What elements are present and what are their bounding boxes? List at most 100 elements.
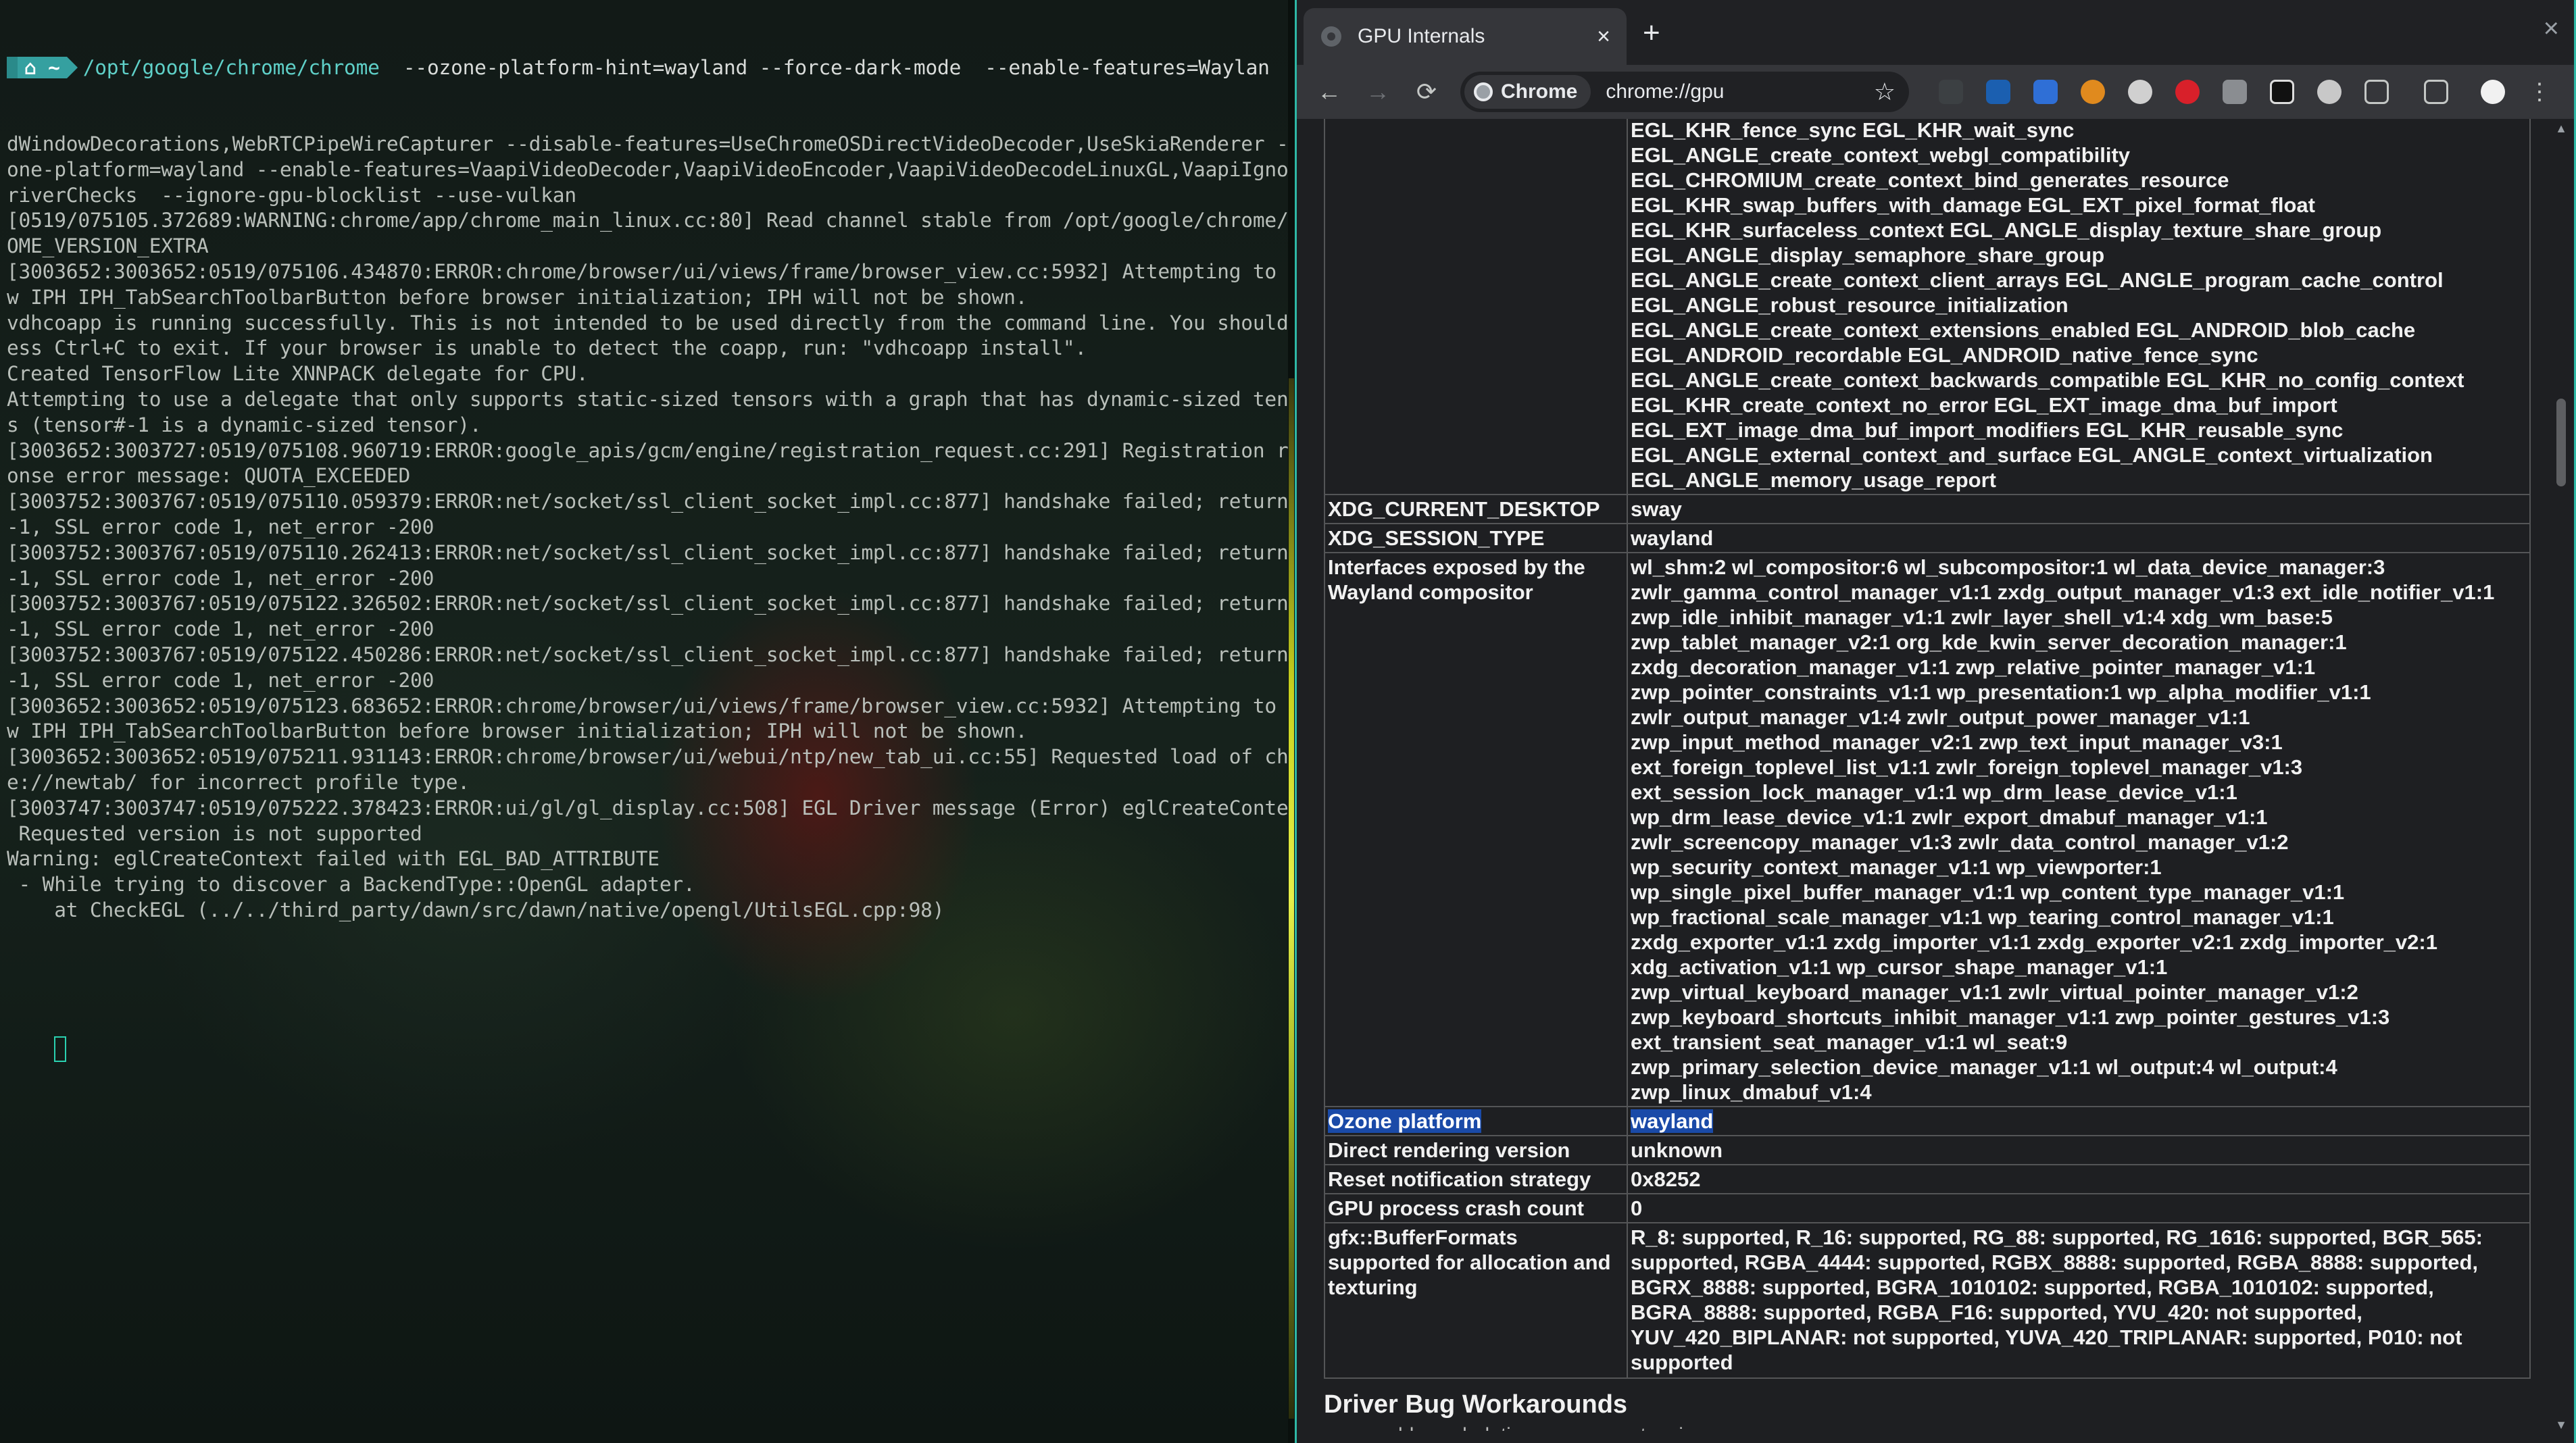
terminal-line: [3003652:3003652:0519/075123.683652:ERRO… [7,694,1288,717]
list-item: EGL_ANGLE_create_context_extensions_enab… [1631,318,2416,342]
list-item: EGL_EXT_image_dma_buf_import_modifiers E… [1631,418,2344,442]
extension-doc-icon[interactable] [2223,80,2247,104]
profile-avatar[interactable] [2481,80,2505,104]
list-item: wl_shm:2 wl_compositor:6 wl_subcomposito… [1631,555,2385,579]
list-item: EGL_KHR_create_context_no_error EGL_EXT_… [1631,393,2337,417]
row-key: Interfaces exposed by the Wayland compos… [1324,552,1628,1107]
url-text[interactable]: chrome://gpu [1606,80,1873,103]
table-row: GPU process crash count 0 [1324,1193,2531,1223]
row-key: Direct rendering version [1324,1135,1628,1165]
list-item: EGL_ANGLE_create_context_client_arrays E… [1631,268,2444,292]
list-item: zwlr_gamma_control_manager_v1:1 zxdg_out… [1631,580,2495,604]
terminal-line: e://newtab/ for incorrect profile type. [7,770,470,794]
list-item: EGL_ANDROID_recordable EGL_ANDROID_nativ… [1631,343,2258,367]
terminal-line: w IPH IPH_TabSearchToolbarButton before … [7,285,1028,309]
list-item: ext_session_lock_manager_v1:1 wp_drm_lea… [1631,780,2237,804]
row-value: sway [1627,494,2531,524]
list-item: zwp_virtual_keyboard_manager_v1:1 zwlr_v… [1631,980,2358,1004]
scroll-down-arrow-icon[interactable]: ▼ [2554,1418,2569,1432]
terminal-line: riverChecks --ignore-gpu-blocklist --use… [7,183,576,207]
chrome-menu-icon[interactable]: ⋮ [2528,80,2551,104]
row-value: unknown [1627,1135,2531,1165]
terminal-line: one-platform=wayland --enable-features=V… [7,157,1288,181]
terminal-line: -1, SSL error code 1, net_error -200 [7,668,435,692]
terminal-line: Created TensorFlow Lite XNNPACK delegate… [7,362,589,386]
list-item: zwp_idle_inhibit_manager_v1:1 zwlr_layer… [1631,605,2333,629]
list-item: EGL_ANGLE_robust_resource_initialization [1631,293,2069,317]
page-scrollbar[interactable]: ▲ ▼ [2554,122,2569,1432]
row-key: XDG_SESSION_TYPE [1324,523,1628,553]
table-row: XDG_CURRENT_DESKTOP sway [1324,494,2531,524]
list-item: zxdg_exporter_v1:1 zxdg_importer_v1:1 zx… [1631,930,2437,954]
list-item: zwp_linux_dmabuf_v1:4 [1631,1080,1872,1104]
list-item: wp_security_context_manager_v1:1 wp_view… [1631,855,2162,879]
command-args: --ozone-platform-hint=wayland --force-da… [379,55,1270,79]
terminal-line: OME_VERSION_EXTRA [7,234,209,258]
list-item: ext_foreign_toplevel_list_v1:1 zwlr_fore… [1631,755,2303,779]
table-row: Ozone platform wayland [1324,1106,2531,1136]
list-item: EGL_KHR_surfaceless_context EGL_ANGLE_di… [1631,218,2382,242]
terminal-window[interactable]: ⌂ ~ /opt/google/chrome/chrome --ozone-pl… [0,0,1288,1443]
list-item: zwp_tablet_manager_v2:1 org_kde_kwin_ser… [1631,630,2347,654]
cast-media-icon[interactable] [2424,80,2448,104]
extension-sun-icon[interactable] [2081,80,2105,104]
extensions-puzzle-icon[interactable] [2364,80,2389,104]
row-key [1324,119,1628,495]
site-info-label: Chrome [1501,80,1578,103]
terminal-line: [3003752:3003767:0519/075110.262413:ERRO… [7,540,1288,564]
list-item: zxdg_decoration_manager_v1:1 zwp_relativ… [1631,655,2316,679]
adblock-icon[interactable] [2175,80,2200,104]
extension-cloud-icon[interactable] [2317,80,2342,104]
list-item: ext_transient_seat_manager_v1:1 wl_seat:… [1631,1030,2068,1054]
table-row: EGL_KHR_fence_sync EGL_KHR_wait_sync EGL_… [1324,119,2531,495]
table-row: XDG_SESSION_TYPE wayland [1324,523,2531,553]
window-close-button[interactable]: × [2544,14,2559,44]
bookmark-star-icon[interactable]: ☆ [1874,78,1896,106]
tab-gpu-internals[interactable]: GPU Internals × [1304,8,1627,65]
scrollbar-thumb[interactable] [2556,399,2566,486]
list-item: EGL_ANGLE_external_context_and_surface E… [1631,443,2433,467]
forward-button[interactable]: → [1354,78,1402,106]
terminal-line: [3003652:3003652:0519/075211.931143:ERRO… [7,745,1288,769]
chrome-window: GPU Internals × + × ← → ⟳ Chrome chrome:… [1295,0,2576,1443]
terminal-line: s (tensor#-1 is a dynamic-sized tensor). [7,413,482,436]
extension-lock-icon[interactable] [2270,80,2294,104]
extension-dots-icon[interactable] [1939,80,1963,104]
row-key: XDG_CURRENT_DESKTOP [1324,494,1628,524]
terminal-line: vdhcoapp is running successfully. This i… [7,311,1288,334]
table-row: gfx::BufferFormats supported for allocat… [1324,1222,2531,1379]
list-item: xdg_activation_v1:1 wp_cursor_shape_mana… [1631,955,2168,979]
list-item: zwp_pointer_constraints_v1:1 wp_presenta… [1631,680,2371,704]
row-key: GPU process crash count [1324,1193,1628,1223]
new-tab-button[interactable]: + [1643,16,1660,50]
list-item: zwlr_output_manager_v1:4 zwlr_output_pow… [1631,705,2250,729]
list-item: zwlr_screencopy_manager_v1:3 zwlr_data_c… [1631,830,2289,854]
row-value: 0 [1627,1193,2531,1223]
list-item: wp_single_pixel_buffer_manager_v1:1 wp_c… [1631,880,2345,904]
extension-circle-icon[interactable] [2128,80,2152,104]
terminal-line: [3003752:3003767:0519/075122.450286:ERRO… [7,642,1288,666]
prompt-home-segment: ⌂ ~ [18,56,78,79]
terminal-line: Attempting to use a delegate that only s… [7,387,1288,411]
extension-translate-icon[interactable] [2033,80,2058,104]
address-bar[interactable]: Chrome chrome://gpu ☆ [1460,72,1909,112]
scroll-up-arrow-icon[interactable]: ▲ [2554,122,2569,136]
tab-close-icon[interactable]: × [1597,24,1610,50]
table-row: Interfaces exposed by the Wayland compos… [1324,552,2531,1107]
extension-reader-icon[interactable] [1986,80,2010,104]
back-button[interactable]: ← [1305,78,1354,106]
list-item: EGL_CHROMIUM_create_context_bind_generat… [1631,168,2229,192]
row-key: Reset notification strategy [1324,1164,1628,1194]
terminal-line: [3003752:3003767:0519/075122.326502:ERRO… [7,592,1288,615]
reload-button[interactable]: ⟳ [1402,78,1451,106]
terminal-line: w IPH IPH_TabSearchToolbarButton before … [7,719,1028,743]
terminal-output: ⌂ ~ /opt/google/chrome/chrome --ozone-pl… [7,4,1288,1094]
terminal-line: - While trying to discover a BackendType… [7,873,695,896]
site-info-chip[interactable]: Chrome [1464,75,1591,109]
terminal-cursor [54,1036,67,1062]
ozone-value-highlight: wayland [1631,1109,1714,1133]
command-path: /opt/google/chrome/chrome [82,55,380,79]
list-item: wp_drm_lease_device_v1:1 zwlr_export_dma… [1631,805,2268,829]
terminal-line: -1, SSL error code 1, net_error -200 [7,515,435,538]
table-row: Reset notification strategy 0x8252 [1324,1164,2531,1194]
